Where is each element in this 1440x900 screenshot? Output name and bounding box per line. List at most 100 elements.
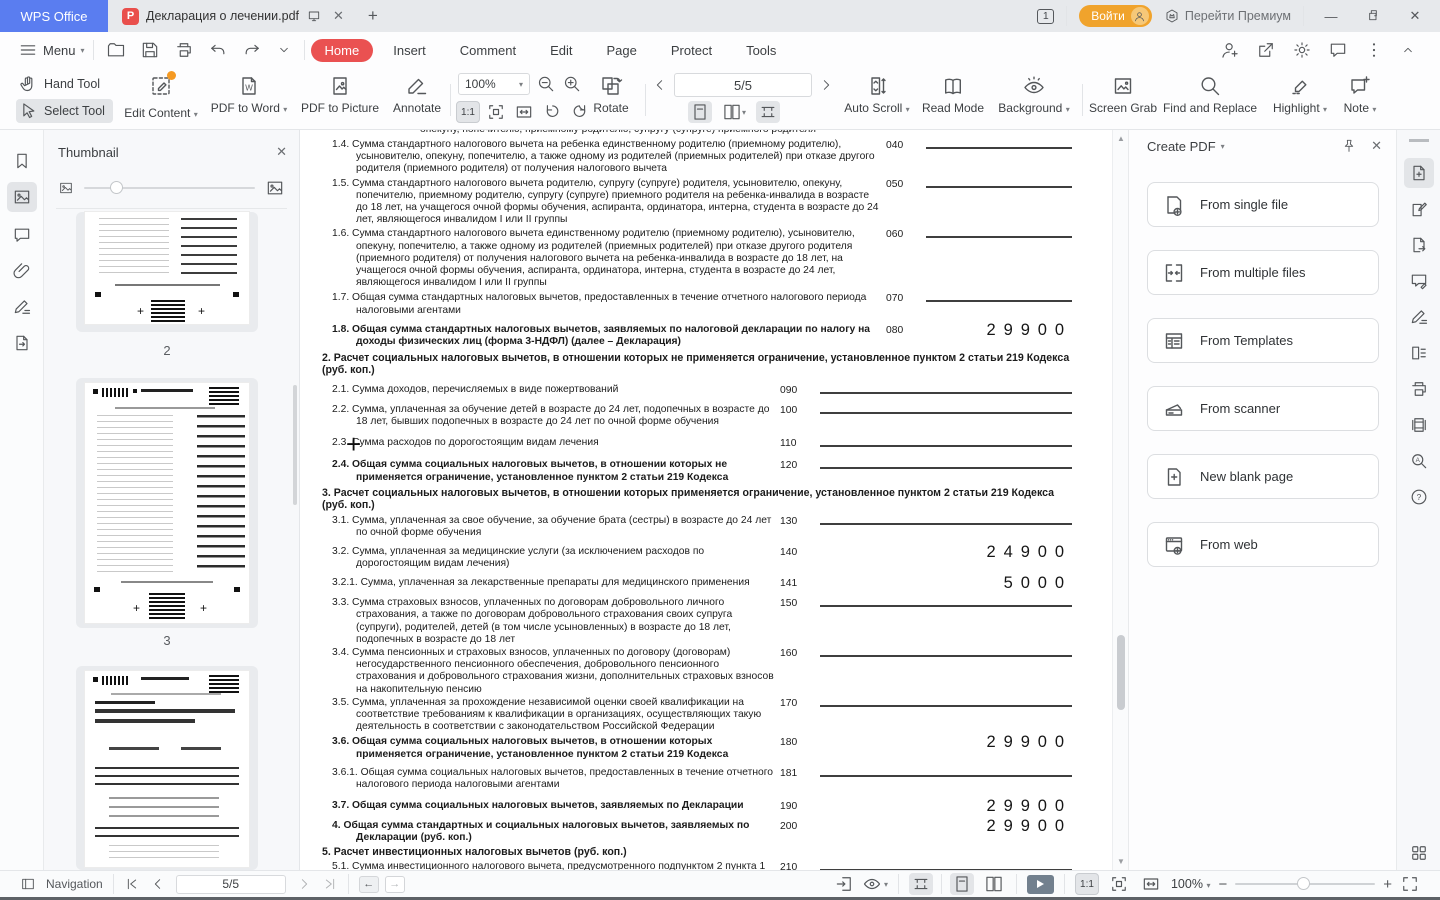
rotate-left-button[interactable] <box>540 101 564 123</box>
document-scrollbar[interactable]: ▲ ▼ <box>1112 130 1128 870</box>
highlight-button[interactable]: Highlight ▾ <box>1268 74 1332 115</box>
tab-page[interactable]: Page <box>593 39 651 62</box>
signature-panel-button[interactable] <box>7 292 37 322</box>
export-rail-button[interactable] <box>1404 230 1434 260</box>
two-page-view-button[interactable] <box>982 873 1006 895</box>
more-quick-actions-icon[interactable] <box>276 42 292 58</box>
help-rail-button[interactable]: ? <box>1404 482 1434 512</box>
continuous-view-button[interactable] <box>756 101 780 123</box>
thumbnail-panel-button[interactable] <box>7 182 37 212</box>
print-icon[interactable] <box>174 40 194 60</box>
float-window-icon[interactable] <box>306 8 322 24</box>
pdf-page[interactable]: опекуну, попечителю, приемному родителю,… <box>300 130 1112 870</box>
continuous-view-button[interactable] <box>908 873 933 895</box>
share-icon[interactable] <box>1256 40 1276 60</box>
feedback-icon[interactable] <box>1328 40 1348 60</box>
tab-protect[interactable]: Protect <box>657 39 726 62</box>
zoom-level[interactable]: 100% ▾ <box>1171 877 1210 891</box>
single-page-view-button[interactable] <box>688 101 712 123</box>
next-page-icon[interactable] <box>296 876 312 892</box>
tab-insert[interactable]: Insert <box>379 39 440 62</box>
actual-size-button[interactable]: 1:1 <box>456 101 480 123</box>
close-panel-icon[interactable]: ✕ <box>1371 138 1382 154</box>
close-tab-icon[interactable]: ✕ <box>329 8 348 24</box>
select-tool-button[interactable]: Select Tool <box>16 99 113 123</box>
edit-content-button[interactable]: Edit Content ▾ <box>122 71 200 120</box>
more-options-icon[interactable] <box>1364 40 1384 60</box>
redo-icon[interactable] <box>242 40 262 60</box>
collapse-ribbon-icon[interactable] <box>1400 42 1416 58</box>
actual-size-button[interactable]: 1:1 <box>1074 873 1099 895</box>
thumbnail-page-2[interactable]: + + <box>76 212 258 332</box>
go-to-page-icon[interactable] <box>834 874 854 894</box>
menu-button[interactable]: Menu ▾ <box>10 40 93 60</box>
navigation-toggle[interactable]: Navigation <box>10 876 113 892</box>
tab-edit[interactable]: Edit <box>536 39 586 62</box>
zoom-in-button[interactable]: + <box>1383 876 1392 893</box>
history-forward-button[interactable]: → <box>384 875 405 893</box>
tab-tools[interactable]: Tools <box>732 39 790 62</box>
single-page-view-button[interactable] <box>949 873 974 895</box>
new-blank-page-button[interactable]: New blank page <box>1147 454 1379 499</box>
note-button[interactable]: Note ▾ <box>1336 74 1384 115</box>
restore-button[interactable] <box>1358 7 1388 26</box>
last-page-icon[interactable] <box>322 876 338 892</box>
thumbnail-page-3[interactable]: + + <box>76 378 258 628</box>
pin-panel-icon[interactable] <box>1341 138 1357 154</box>
previous-page-icon[interactable] <box>150 876 166 892</box>
from-web-button[interactable]: From web <box>1147 522 1379 567</box>
settings-icon[interactable] <box>1292 40 1312 60</box>
document-viewport[interactable]: опекуну, попечителю, приемному родителю,… <box>300 130 1112 870</box>
history-back-button[interactable]: ← <box>358 875 379 893</box>
create-pdf-rail-button[interactable] <box>1404 158 1434 188</box>
close-window-button[interactable]: ✕ <box>1400 8 1430 24</box>
thumbnail-size-slider[interactable] <box>58 178 285 198</box>
new-tab-button[interactable]: + <box>358 0 388 32</box>
screen-grab-button[interactable]: Screen Grab <box>1088 74 1158 115</box>
document-tab[interactable]: P Декларация о лечении.pdf ✕ <box>108 0 358 32</box>
panel-drag-handle[interactable] <box>1409 139 1429 142</box>
slider-thumb[interactable] <box>109 181 123 194</box>
fullscreen-icon[interactable] <box>1400 874 1420 894</box>
sign-rail-button[interactable] <box>1404 302 1434 332</box>
scroll-down-icon[interactable]: ▼ <box>1113 857 1129 866</box>
rotate-button[interactable]: Rotate <box>585 74 637 115</box>
from-multiple-files-button[interactable]: From multiple files <box>1147 250 1379 295</box>
bookmarks-panel-button[interactable] <box>7 146 37 176</box>
zoom-slider[interactable] <box>1235 877 1376 890</box>
fit-page-button[interactable] <box>1107 873 1131 895</box>
export-panel-button[interactable] <box>7 328 37 358</box>
close-panel-icon[interactable]: ✕ <box>276 144 287 160</box>
next-page-icon[interactable] <box>818 77 834 93</box>
scrollbar-thumb[interactable] <box>1116 635 1125 710</box>
comment-rail-button[interactable] <box>1404 266 1434 296</box>
auto-scroll-button[interactable]: Auto Scroll ▾ <box>840 74 914 115</box>
print-rail-button[interactable] <box>1404 374 1434 404</box>
login-button[interactable]: Войти <box>1079 5 1152 27</box>
page-number-field[interactable]: 5/5 <box>175 874 286 894</box>
zoom-out-icon[interactable] <box>536 74 556 94</box>
pdf-to-picture-button[interactable]: PDF to Picture <box>296 74 384 115</box>
background-toggle[interactable]: ▾ <box>862 874 888 894</box>
fit-page-button[interactable] <box>484 101 508 123</box>
zoom-slider-thumb[interactable] <box>1296 877 1310 890</box>
from-scanner-button[interactable]: From scanner <box>1147 386 1379 431</box>
first-page-icon[interactable] <box>124 876 140 892</box>
hand-tool-button[interactable]: Hand Tool <box>18 74 100 94</box>
zoom-select[interactable]: 100% ▾ <box>458 73 530 95</box>
open-file-icon[interactable] <box>106 40 126 60</box>
slideshow-button[interactable] <box>1026 874 1054 894</box>
edit-rail-button[interactable] <box>1404 194 1434 224</box>
tab-comment[interactable]: Comment <box>446 39 530 62</box>
comments-panel-button[interactable] <box>7 220 37 250</box>
fit-width-button[interactable] <box>512 101 536 123</box>
organize-rail-button[interactable] <box>1404 338 1434 368</box>
annotate-button[interactable]: Annotate <box>388 74 446 115</box>
zoom-out-button[interactable]: − <box>1218 876 1227 893</box>
from-templates-button[interactable]: From Templates <box>1147 318 1379 363</box>
scroll-up-icon[interactable]: ▲ <box>1113 134 1129 143</box>
page-number-input[interactable]: 5/5 <box>674 73 812 97</box>
app-tab[interactable]: WPS Office <box>0 0 108 32</box>
window-count-badge[interactable]: 1 <box>1037 8 1055 24</box>
ocr-rail-button[interactable] <box>1404 410 1434 440</box>
